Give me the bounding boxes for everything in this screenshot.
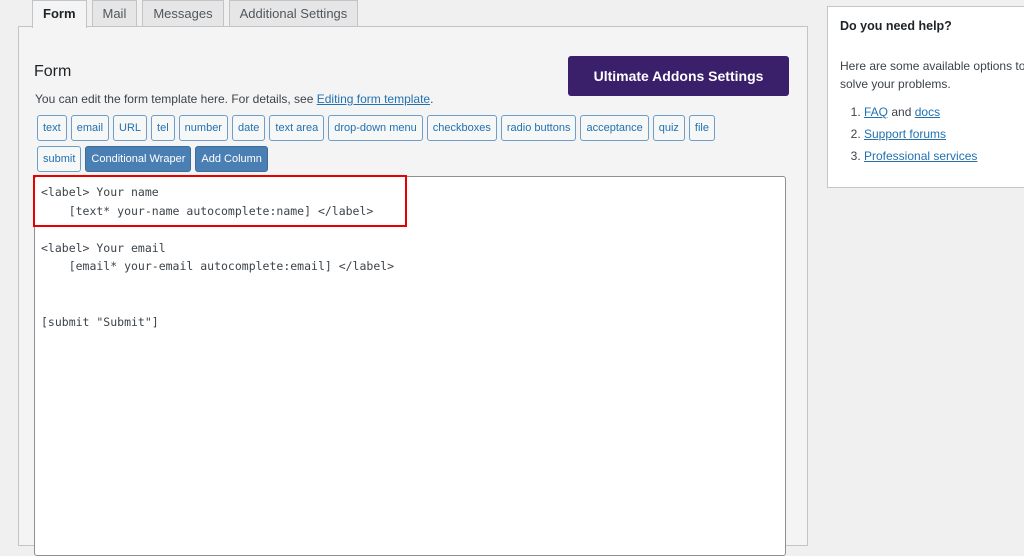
help-item-support: Support forums: [864, 123, 1024, 145]
tab-additional-settings[interactable]: Additional Settings: [228, 0, 359, 26]
description-text: You can edit the form template here. For…: [35, 92, 317, 106]
tag-button-drop-down-menu[interactable]: drop-down menu: [328, 115, 423, 141]
and-text: and: [888, 105, 915, 119]
docs-link[interactable]: docs: [915, 105, 940, 119]
tag-button-email[interactable]: email: [70, 115, 110, 141]
support-forums-link[interactable]: Support forums: [864, 127, 946, 141]
conditional-wrapper-button[interactable]: Conditional Wraper: [85, 146, 192, 172]
tag-button-quiz[interactable]: quiz: [652, 115, 685, 141]
tag-button-file[interactable]: file: [688, 115, 715, 141]
help-text-line-2: solve your problems.: [840, 77, 951, 91]
tab-messages[interactable]: Messages: [142, 0, 224, 26]
tag-button-url[interactable]: URL: [113, 115, 148, 141]
tag-button-acceptance[interactable]: acceptance: [580, 115, 649, 141]
tag-button-tel[interactable]: tel: [151, 115, 175, 141]
help-title: Do you need help?: [840, 19, 952, 33]
tab-form[interactable]: Form: [32, 0, 87, 28]
panel-title: Form: [34, 63, 72, 80]
ultimate-addons-settings-button[interactable]: Ultimate Addons Settings: [568, 56, 789, 96]
description-suffix: .: [430, 92, 434, 106]
add-column-button[interactable]: Add Column: [195, 146, 268, 172]
form-template-editor[interactable]: <label> Your name [text* your-name autoc…: [34, 176, 786, 556]
code-line: <label> Your name: [41, 185, 159, 199]
tag-button-submit[interactable]: submit: [37, 146, 82, 172]
tag-generator-row-1: text email URL tel number date text area drop-d…: [37, 115, 715, 141]
tab-mail[interactable]: Mail: [91, 0, 138, 26]
code-line: <label> Your email: [41, 240, 166, 255]
help-text: Here are some available options to solve…: [840, 57, 1024, 93]
panel-description: You can edit the form template here. For…: [35, 92, 433, 106]
editing-form-template-link[interactable]: Editing form template: [317, 92, 430, 106]
tag-button-date[interactable]: date: [231, 115, 266, 141]
tag-button-text[interactable]: text: [37, 115, 67, 141]
tag-button-checkboxes[interactable]: checkboxes: [426, 115, 497, 141]
tag-button-radio-buttons[interactable]: radio buttons: [500, 115, 577, 141]
code-line: [text* your-name autocomplete:name] </la…: [41, 203, 374, 218]
tag-button-text-area[interactable]: text area: [269, 115, 325, 141]
tab-bar: Form Mail Messages Additional Settings: [32, 0, 363, 28]
professional-services-link[interactable]: Professional services: [864, 149, 977, 163]
tag-button-number[interactable]: number: [178, 115, 228, 141]
help-item-faq: FAQ and docs: [864, 101, 1024, 123]
help-options-list: FAQ and docs Support forums Professional…: [840, 101, 1024, 167]
help-text-line-1: Here are some available options to: [840, 59, 1024, 73]
form-panel: Form You can edit the form template here…: [18, 26, 808, 556]
help-box: Do you need help? Here are some availabl…: [827, 6, 1024, 188]
code-line: [email* your-email autocomplete:email] <…: [41, 259, 395, 273]
tag-generator-row-2: submit Conditional Wraper Add Column: [37, 146, 268, 172]
code-line: [submit "Submit"]: [41, 314, 159, 329]
help-item-professional: Professional services: [864, 145, 1024, 167]
faq-link[interactable]: FAQ: [864, 105, 888, 119]
